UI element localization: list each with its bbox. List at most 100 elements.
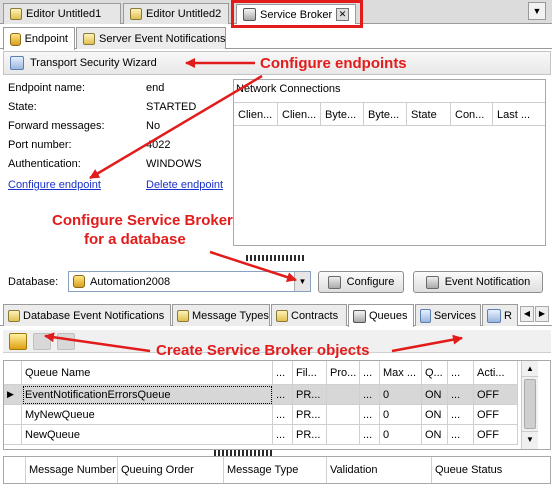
table-cell[interactable]: NewQueue [22, 425, 273, 445]
queues-scrollbar[interactable]: ▲ ▼ [521, 361, 538, 449]
tab-endpoint[interactable]: Endpoint [3, 27, 75, 50]
tab-queues[interactable]: Queues [348, 304, 414, 327]
column-header[interactable]: Queuing Order [118, 457, 224, 483]
column-header[interactable]: Byte... [321, 103, 364, 125]
column-header[interactable]: State [407, 103, 451, 125]
table-row[interactable]: ▶ EventNotificationErrorsQueue ... PR...… [4, 385, 550, 405]
prop-label-authentication: Authentication: [8, 158, 81, 170]
table-cell[interactable]: ... [448, 405, 474, 425]
column-header[interactable]: ... [360, 361, 380, 385]
edit-queue-icon[interactable] [33, 333, 51, 350]
tab-services[interactable]: Services [415, 304, 481, 326]
delete-endpoint-link[interactable]: Delete endpoint [146, 179, 223, 191]
table-cell[interactable]: OFF [474, 405, 518, 425]
objects-tab-strip: Database Event Notifications Message Typ… [0, 304, 552, 327]
column-header[interactable]: ... [448, 361, 474, 385]
prop-label-state: State: [8, 101, 37, 113]
table-cell[interactable]: OFF [474, 425, 518, 445]
column-header[interactable]: Validation [327, 457, 432, 483]
column-header[interactable]: Q... [422, 361, 448, 385]
table-row[interactable]: MyNewQueue ... PR... ... 0 ON ... OFF [4, 405, 550, 425]
new-queue-icon[interactable] [9, 333, 27, 350]
table-cell[interactable]: PR... [293, 385, 327, 405]
table-cell[interactable]: ON [422, 405, 448, 425]
table-cell[interactable]: MyNewQueue [22, 405, 273, 425]
table-cell[interactable]: 0 [380, 405, 422, 425]
column-header[interactable]: Max ... [380, 361, 422, 385]
column-header[interactable]: Clien... [278, 103, 321, 125]
table-cell[interactable]: 0 [380, 385, 422, 405]
configure-button[interactable]: Configure [318, 271, 404, 293]
tab-label: R [504, 309, 512, 322]
database-select[interactable]: Automation2008 [68, 271, 311, 292]
column-header[interactable]: Byte... [364, 103, 407, 125]
column-header[interactable]: Pro... [327, 361, 360, 385]
splitter-top[interactable] [0, 255, 552, 261]
queues-grid-header: Queue Name ... Fil... Pro... ... Max ...… [4, 361, 550, 385]
column-header[interactable]: ... [273, 361, 293, 385]
table-cell[interactable]: ... [448, 425, 474, 445]
tab-label: Database Event Notifications [23, 309, 165, 322]
table-cell[interactable]: ... [273, 405, 293, 425]
column-header[interactable]: Queue Status [432, 457, 550, 483]
column-header[interactable]: Con... [451, 103, 493, 125]
tab-routes[interactable]: R [482, 304, 518, 326]
prop-value-endpoint-name: end [146, 82, 165, 94]
tab-scroll-right-icon[interactable]: ▶ [535, 306, 549, 322]
tab-label: Editor Untitled1 [26, 8, 102, 20]
table-cell[interactable]: ... [273, 385, 293, 405]
column-header[interactable]: Message Type [224, 457, 327, 483]
network-connections-panel: Network Connections Clien... Clien... By… [233, 79, 546, 246]
notification-icon [8, 309, 20, 322]
table-cell[interactable] [327, 405, 360, 425]
endpoint-tab-strip: Endpoint Server Event Notifications [0, 27, 552, 50]
table-cell[interactable]: PR... [293, 405, 327, 425]
tab-server-event-notifications[interactable]: Server Event Notifications [76, 27, 226, 49]
column-header[interactable]: Clien... [234, 103, 278, 125]
delete-queue-icon[interactable] [57, 333, 75, 350]
column-header[interactable]: Message Number [26, 457, 118, 483]
configure-button-label: Configure [346, 276, 395, 288]
table-cell[interactable]: 0 [380, 425, 422, 445]
event-notification-icon [425, 275, 439, 289]
row-indicator [4, 405, 22, 425]
table-cell[interactable]: ... [360, 385, 380, 405]
table-cell[interactable]: ... [360, 425, 380, 445]
column-header[interactable]: Last ... [493, 103, 545, 125]
wizard-icon [10, 56, 24, 70]
table-cell[interactable] [327, 385, 360, 405]
column-header[interactable]: Acti... [474, 361, 518, 385]
scroll-up-icon[interactable]: ▲ [522, 361, 538, 377]
tab-contracts[interactable]: Contracts [271, 304, 347, 326]
queues-grid: Queue Name ... Fil... Pro... ... Max ...… [3, 360, 551, 450]
table-cell[interactable]: ... [360, 405, 380, 425]
table-cell[interactable]: ... [273, 425, 293, 445]
table-cell[interactable]: ON [422, 425, 448, 445]
tab-message-types[interactable]: Message Types [172, 304, 270, 326]
table-cell[interactable]: OFF [474, 385, 518, 405]
column-header[interactable]: Fil... [293, 361, 327, 385]
prop-value-forward-messages: No [146, 120, 161, 132]
tab-database-event-notifications[interactable]: Database Event Notifications [3, 304, 171, 326]
column-header[interactable]: Queue Name [22, 361, 273, 385]
database-icon [73, 275, 85, 288]
splitter-bottom[interactable] [0, 450, 552, 456]
table-cell[interactable]: ... [448, 385, 474, 405]
scroll-down-icon[interactable]: ▼ [522, 431, 538, 447]
table-cell[interactable]: PR... [293, 425, 327, 445]
event-notification-button[interactable]: Event Notification [413, 271, 543, 293]
configure-icon [327, 275, 341, 289]
configure-endpoint-link[interactable]: Configure endpoint [8, 179, 101, 191]
services-icon [420, 308, 431, 323]
table-cell[interactable]: EventNotificationErrorsQueue [22, 385, 273, 405]
table-row[interactable]: NewQueue ... PR... ... 0 ON ... OFF [4, 425, 550, 445]
tab-editor-untitled1[interactable]: Editor Untitled1 [3, 3, 121, 24]
messages-grid-header: Message Number Queuing Order Message Typ… [3, 456, 551, 484]
scroll-thumb[interactable] [524, 379, 536, 429]
table-cell[interactable] [327, 425, 360, 445]
chevron-down-icon[interactable]: ▼ [294, 272, 310, 291]
table-cell[interactable]: ON [422, 385, 448, 405]
tab-list-dropdown-button[interactable]: ▼ [528, 2, 546, 20]
tab-editor-untitled2[interactable]: Editor Untitled2 [123, 3, 229, 24]
tab-scroll-left-icon[interactable]: ◀ [520, 306, 534, 322]
